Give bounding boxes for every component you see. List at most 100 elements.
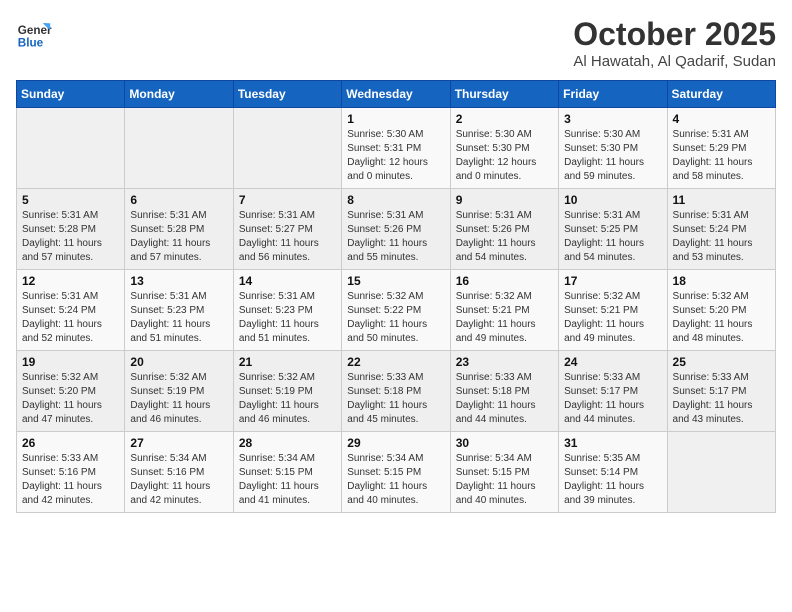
calendar-table: SundayMondayTuesdayWednesdayThursdayFrid…: [16, 80, 776, 513]
weekday-header: Thursday: [450, 81, 558, 108]
day-number: 16: [456, 274, 553, 288]
day-info: Sunrise: 5:33 AM Sunset: 5:16 PM Dayligh…: [22, 452, 119, 508]
calendar-cell: 10 Sunrise: 5:31 AM Sunset: 5:25 PM Dayli…: [559, 189, 667, 270]
day-number: 26: [22, 436, 119, 450]
calendar-cell: 30 Sunrise: 5:34 AM Sunset: 5:15 PM Dayli…: [450, 432, 558, 513]
location: Al Hawatah, Al Qadarif, Sudan: [573, 53, 776, 70]
weekday-header: Tuesday: [233, 81, 341, 108]
day-info: Sunrise: 5:31 AM Sunset: 5:26 PM Dayligh…: [456, 209, 553, 265]
calendar-cell: 9 Sunrise: 5:31 AM Sunset: 5:26 PM Daylig…: [450, 189, 558, 270]
calendar-cell: 29 Sunrise: 5:34 AM Sunset: 5:15 PM Dayli…: [342, 432, 450, 513]
calendar-week-row: 1Sunrise: 5:30 AM Sunset: 5:31 PM Daylig…: [17, 108, 776, 189]
calendar-cell: 28 Sunrise: 5:34 AM Sunset: 5:15 PM Dayli…: [233, 432, 341, 513]
calendar-cell: 21 Sunrise: 5:32 AM Sunset: 5:19 PM Dayli…: [233, 351, 341, 432]
page-header: General Blue October 2025 Al Hawatah, Al…: [16, 16, 776, 70]
day-number: 21: [239, 355, 336, 369]
day-info: Sunrise: 5:32 AM Sunset: 5:20 PM Dayligh…: [22, 371, 119, 427]
day-info: Sunrise: 5:31 AM Sunset: 5:27 PM Dayligh…: [239, 209, 336, 265]
day-number: 1: [347, 112, 444, 126]
day-number: 7: [239, 193, 336, 207]
day-number: 22: [347, 355, 444, 369]
calendar-cell: [17, 108, 125, 189]
title-block: October 2025 Al Hawatah, Al Qadarif, Sud…: [573, 16, 776, 70]
calendar-cell: 25 Sunrise: 5:33 AM Sunset: 5:17 PM Dayli…: [667, 351, 775, 432]
calendar-cell: 19 Sunrise: 5:32 AM Sunset: 5:20 PM Dayli…: [17, 351, 125, 432]
calendar-cell: 13Sunrise: 5:31 AM Sunset: 5:23 PM Dayli…: [125, 270, 233, 351]
day-info: Sunrise: 5:32 AM Sunset: 5:21 PM Dayligh…: [564, 290, 661, 346]
day-number: 14: [239, 274, 336, 288]
day-info: Sunrise: 5:31 AM Sunset: 5:24 PM Dayligh…: [673, 209, 770, 265]
calendar-cell: 8 Sunrise: 5:31 AM Sunset: 5:26 PM Daylig…: [342, 189, 450, 270]
calendar-cell: 18Sunrise: 5:32 AM Sunset: 5:20 PM Dayli…: [667, 270, 775, 351]
weekday-header: Wednesday: [342, 81, 450, 108]
weekday-header-row: SundayMondayTuesdayWednesdayThursdayFrid…: [17, 81, 776, 108]
calendar-cell: 26 Sunrise: 5:33 AM Sunset: 5:16 PM Dayli…: [17, 432, 125, 513]
day-info: Sunrise: 5:35 AM Sunset: 5:14 PM Dayligh…: [564, 452, 661, 508]
calendar-cell: 12Sunrise: 5:31 AM Sunset: 5:24 PM Dayli…: [17, 270, 125, 351]
calendar-cell: 1Sunrise: 5:30 AM Sunset: 5:31 PM Daylig…: [342, 108, 450, 189]
calendar-cell: 27 Sunrise: 5:34 AM Sunset: 5:16 PM Dayli…: [125, 432, 233, 513]
day-number: 4: [673, 112, 770, 126]
day-info: Sunrise: 5:34 AM Sunset: 5:15 PM Dayligh…: [456, 452, 553, 508]
calendar-cell: 2Sunrise: 5:30 AM Sunset: 5:30 PM Daylig…: [450, 108, 558, 189]
day-info: Sunrise: 5:33 AM Sunset: 5:17 PM Dayligh…: [564, 371, 661, 427]
calendar-cell: 16Sunrise: 5:32 AM Sunset: 5:21 PM Dayli…: [450, 270, 558, 351]
calendar-cell: 20 Sunrise: 5:32 AM Sunset: 5:19 PM Dayli…: [125, 351, 233, 432]
day-number: 31: [564, 436, 661, 450]
day-info: Sunrise: 5:32 AM Sunset: 5:22 PM Dayligh…: [347, 290, 444, 346]
day-info: Sunrise: 5:31 AM Sunset: 5:28 PM Dayligh…: [22, 209, 119, 265]
day-info: Sunrise: 5:31 AM Sunset: 5:26 PM Dayligh…: [347, 209, 444, 265]
day-number: 8: [347, 193, 444, 207]
calendar-cell: 17 Sunrise: 5:32 AM Sunset: 5:21 PM Dayli…: [559, 270, 667, 351]
calendar-cell: 4Sunrise: 5:31 AM Sunset: 5:29 PM Daylig…: [667, 108, 775, 189]
day-info: Sunrise: 5:32 AM Sunset: 5:19 PM Dayligh…: [239, 371, 336, 427]
day-number: 23: [456, 355, 553, 369]
day-number: 15: [347, 274, 444, 288]
calendar-cell: 7 Sunrise: 5:31 AM Sunset: 5:27 PM Daylig…: [233, 189, 341, 270]
svg-text:Blue: Blue: [18, 37, 44, 50]
day-number: 5: [22, 193, 119, 207]
day-number: 27: [130, 436, 227, 450]
day-info: Sunrise: 5:31 AM Sunset: 5:23 PM Dayligh…: [239, 290, 336, 346]
day-number: 3: [564, 112, 661, 126]
day-number: 20: [130, 355, 227, 369]
day-number: 10: [564, 193, 661, 207]
month-title: October 2025: [573, 16, 776, 53]
day-number: 30: [456, 436, 553, 450]
calendar-cell: [125, 108, 233, 189]
day-info: Sunrise: 5:31 AM Sunset: 5:25 PM Dayligh…: [564, 209, 661, 265]
calendar-cell: 31 Sunrise: 5:35 AM Sunset: 5:14 PM Dayli…: [559, 432, 667, 513]
day-info: Sunrise: 5:31 AM Sunset: 5:28 PM Dayligh…: [130, 209, 227, 265]
day-number: 9: [456, 193, 553, 207]
calendar-cell: 15 Sunrise: 5:32 AM Sunset: 5:22 PM Dayli…: [342, 270, 450, 351]
calendar-cell: [233, 108, 341, 189]
day-number: 24: [564, 355, 661, 369]
day-number: 25: [673, 355, 770, 369]
day-number: 13: [130, 274, 227, 288]
day-info: Sunrise: 5:32 AM Sunset: 5:20 PM Dayligh…: [673, 290, 770, 346]
calendar-cell: 5 Sunrise: 5:31 AM Sunset: 5:28 PM Daylig…: [17, 189, 125, 270]
logo-icon: General Blue: [16, 16, 52, 52]
day-info: Sunrise: 5:33 AM Sunset: 5:17 PM Dayligh…: [673, 371, 770, 427]
day-info: Sunrise: 5:34 AM Sunset: 5:15 PM Dayligh…: [347, 452, 444, 508]
day-number: 17: [564, 274, 661, 288]
day-number: 29: [347, 436, 444, 450]
calendar-cell: 3 Sunrise: 5:30 AM Sunset: 5:30 PM Daylig…: [559, 108, 667, 189]
calendar-week-row: 19 Sunrise: 5:32 AM Sunset: 5:20 PM Dayli…: [17, 351, 776, 432]
day-info: Sunrise: 5:34 AM Sunset: 5:15 PM Dayligh…: [239, 452, 336, 508]
calendar-cell: 23Sunrise: 5:33 AM Sunset: 5:18 PM Dayli…: [450, 351, 558, 432]
day-info: Sunrise: 5:32 AM Sunset: 5:19 PM Dayligh…: [130, 371, 227, 427]
day-number: 12: [22, 274, 119, 288]
calendar-week-row: 5 Sunrise: 5:31 AM Sunset: 5:28 PM Daylig…: [17, 189, 776, 270]
day-info: Sunrise: 5:34 AM Sunset: 5:16 PM Dayligh…: [130, 452, 227, 508]
day-info: Sunrise: 5:30 AM Sunset: 5:30 PM Dayligh…: [564, 128, 661, 184]
calendar-week-row: 12Sunrise: 5:31 AM Sunset: 5:24 PM Dayli…: [17, 270, 776, 351]
day-info: Sunrise: 5:30 AM Sunset: 5:30 PM Dayligh…: [456, 128, 553, 184]
weekday-header: Sunday: [17, 81, 125, 108]
weekday-header: Monday: [125, 81, 233, 108]
day-number: 19: [22, 355, 119, 369]
calendar-cell: 14 Sunrise: 5:31 AM Sunset: 5:23 PM Dayli…: [233, 270, 341, 351]
calendar-cell: [667, 432, 775, 513]
day-number: 28: [239, 436, 336, 450]
calendar-cell: 6Sunrise: 5:31 AM Sunset: 5:28 PM Daylig…: [125, 189, 233, 270]
